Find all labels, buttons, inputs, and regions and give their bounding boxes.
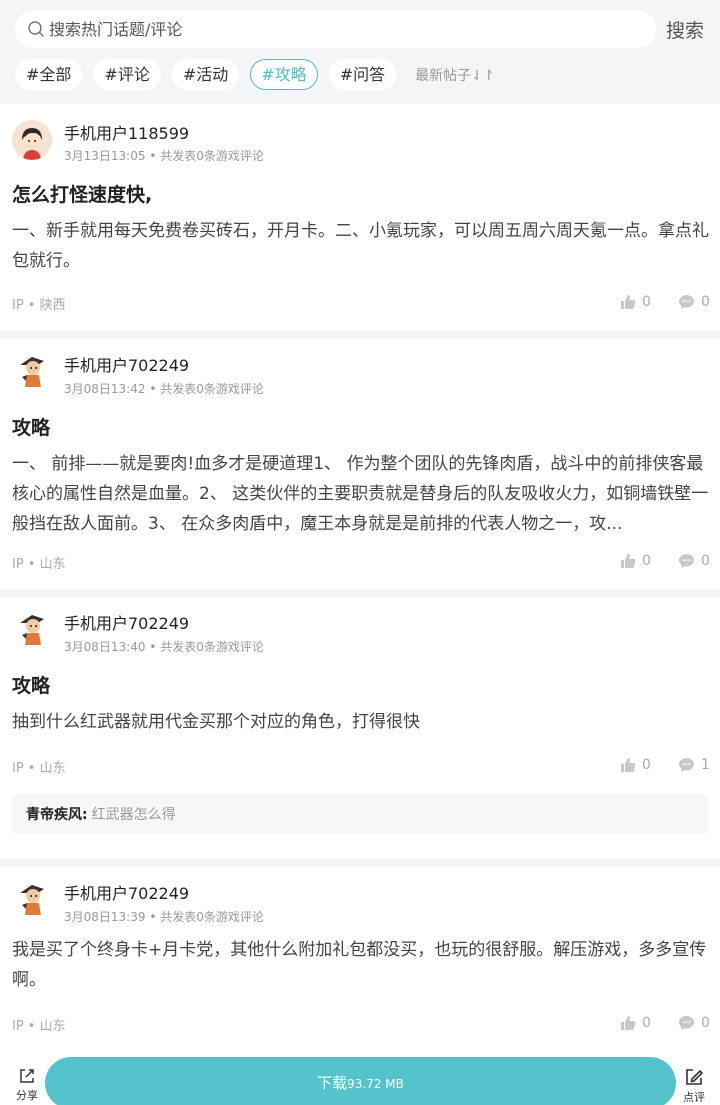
- comment-icon: [679, 554, 694, 568]
- share-button[interactable]: 分享: [12, 1067, 42, 1103]
- comment-button[interactable]: 0: [678, 1015, 710, 1031]
- post-title: 攻略: [12, 675, 51, 697]
- post-card[interactable]: 手机用户702249 3月08日13:40 • 共发表0条游戏评论 攻略 抽到什…: [0, 597, 720, 859]
- comment-button[interactable]: 1: [678, 757, 710, 773]
- divider: [0, 331, 720, 339]
- post-meta: 3月08日13:42 • 共发表0条游戏评论: [64, 380, 264, 397]
- post-ip: IP • 山东: [12, 761, 66, 776]
- post-meta-suffix: • 共发表0条游戏评论: [149, 149, 264, 163]
- comment-button[interactable]: 0: [678, 553, 710, 569]
- like-count: 0: [642, 294, 651, 310]
- download-button[interactable]: 下载93.72 MB: [45, 1057, 676, 1105]
- search-input[interactable]: [49, 19, 609, 39]
- thumbs-up-icon: [621, 295, 636, 309]
- share-label: 分享: [16, 1089, 38, 1102]
- divider: [0, 859, 720, 867]
- post-ip: IP • 山东: [12, 1019, 66, 1034]
- post-meta: 3月08日13:40 • 共发表0条游戏评论: [64, 638, 264, 655]
- post-date: 3月08日13:40: [64, 640, 146, 654]
- review-label: 点评: [683, 1091, 705, 1104]
- reply-preview[interactable]: 青帝疾风: 红武器怎么得: [12, 794, 708, 834]
- comment-button[interactable]: 0: [678, 294, 710, 310]
- thumbs-up-icon: [621, 758, 636, 772]
- like-button[interactable]: 0: [620, 553, 651, 569]
- like-button[interactable]: 0: [620, 757, 651, 773]
- post-content: 一、 前排——就是要肉!血多才是硬道理1、 作为整个团队的先锋肉盾，战斗中的前排…: [12, 454, 709, 534]
- like-button[interactable]: 0: [620, 1015, 651, 1031]
- tab-all[interactable]: #全部: [15, 59, 83, 90]
- avatar[interactable]: [12, 120, 52, 160]
- post-ip: IP • 山东: [12, 557, 66, 572]
- comment-count: 1: [701, 757, 710, 773]
- share-icon: [20, 1069, 34, 1083]
- post-card[interactable]: 手机用户118599 3月13日13:05 • 共发表0条游戏评论 怎么打怪速度…: [0, 104, 720, 331]
- post-username[interactable]: 手机用户118599: [64, 120, 189, 144]
- divider: [0, 589, 720, 597]
- post-date: 3月08日13:42: [64, 382, 146, 396]
- post-content: 我是买了个终身卡+月卡党，其他什么附加礼包都没买，也玩的很舒服。解压游戏，多多宣…: [12, 940, 707, 990]
- comment-icon: [679, 1016, 694, 1030]
- post-date: 3月08日13:39: [64, 910, 146, 924]
- like-count: 0: [642, 757, 651, 773]
- tab-bar: #全部 #评论 #活动 #攻略 #问答 最新帖子⇃↾: [15, 59, 495, 90]
- thumbs-up-icon: [621, 1016, 636, 1030]
- avatar[interactable]: [12, 351, 52, 391]
- reply-text: 红武器怎么得: [91, 807, 176, 823]
- post-username[interactable]: 手机用户702249: [64, 352, 189, 376]
- post-meta-suffix: • 共发表0条游戏评论: [149, 640, 264, 654]
- post-title: 怎么打怪速度快,: [12, 184, 153, 206]
- comment-icon: [679, 758, 694, 772]
- post-username[interactable]: 手机用户702249: [64, 610, 189, 634]
- header: 搜索 #全部 #评论 #活动 #攻略 #问答 最新帖子⇃↾: [0, 0, 720, 104]
- like-count: 0: [642, 1015, 651, 1031]
- like-count: 0: [642, 553, 651, 569]
- post-meta: 3月08日13:39 • 共发表0条游戏评论: [64, 908, 264, 925]
- bottom-bar: 分享 下载93.72 MB 点评: [0, 1053, 720, 1105]
- post-card[interactable]: 手机用户702249 3月08日13:42 • 共发表0条游戏评论 攻略 一、 …: [0, 339, 720, 589]
- search-button[interactable]: 搜索: [666, 16, 704, 43]
- post-card[interactable]: 手机用户702249 3月08日13:39 • 共发表0条游戏评论 我是买了个终…: [0, 867, 720, 1053]
- post-ip: IP • 陕西: [12, 298, 66, 313]
- download-label: 下载: [317, 1074, 348, 1092]
- tab-comments[interactable]: #评论: [93, 59, 161, 90]
- comment-icon: [679, 295, 694, 309]
- search-box[interactable]: [15, 10, 656, 48]
- edit-icon: [686, 1069, 704, 1085]
- tab-events[interactable]: #活动: [171, 59, 240, 90]
- post-meta-suffix: • 共发表0条游戏评论: [149, 910, 264, 924]
- avatar[interactable]: [12, 609, 52, 649]
- post-meta: 3月13日13:05 • 共发表0条游戏评论: [64, 147, 264, 164]
- post-date: 3月13日13:05: [64, 149, 146, 163]
- review-button[interactable]: 点评: [679, 1067, 709, 1105]
- tab-qa[interactable]: #问答: [328, 59, 397, 90]
- comment-count: 0: [701, 294, 710, 310]
- post-title: 攻略: [12, 417, 51, 439]
- search-icon: [28, 21, 44, 37]
- thumbs-up-icon: [621, 554, 636, 568]
- download-size: 93.72 MB: [347, 1077, 404, 1091]
- post-content: 抽到什么红武器就用代金买那个对应的角色，打得很快: [12, 712, 420, 732]
- post-username[interactable]: 手机用户702249: [64, 880, 189, 904]
- reply-username: 青帝疾风:: [26, 807, 88, 823]
- tab-guides[interactable]: #攻略: [250, 59, 318, 90]
- comment-count: 0: [701, 1015, 710, 1031]
- sort-toggle[interactable]: 最新帖子⇃↾: [415, 65, 494, 85]
- post-content: 一、新手就用每天免费卷买砖石，开月卡。二、小氪玩家，可以周五周六周天氪一点。拿点…: [12, 221, 709, 271]
- post-meta-suffix: • 共发表0条游戏评论: [149, 382, 264, 396]
- comment-count: 0: [701, 553, 710, 569]
- like-button[interactable]: 0: [620, 294, 651, 310]
- avatar[interactable]: [12, 879, 52, 919]
